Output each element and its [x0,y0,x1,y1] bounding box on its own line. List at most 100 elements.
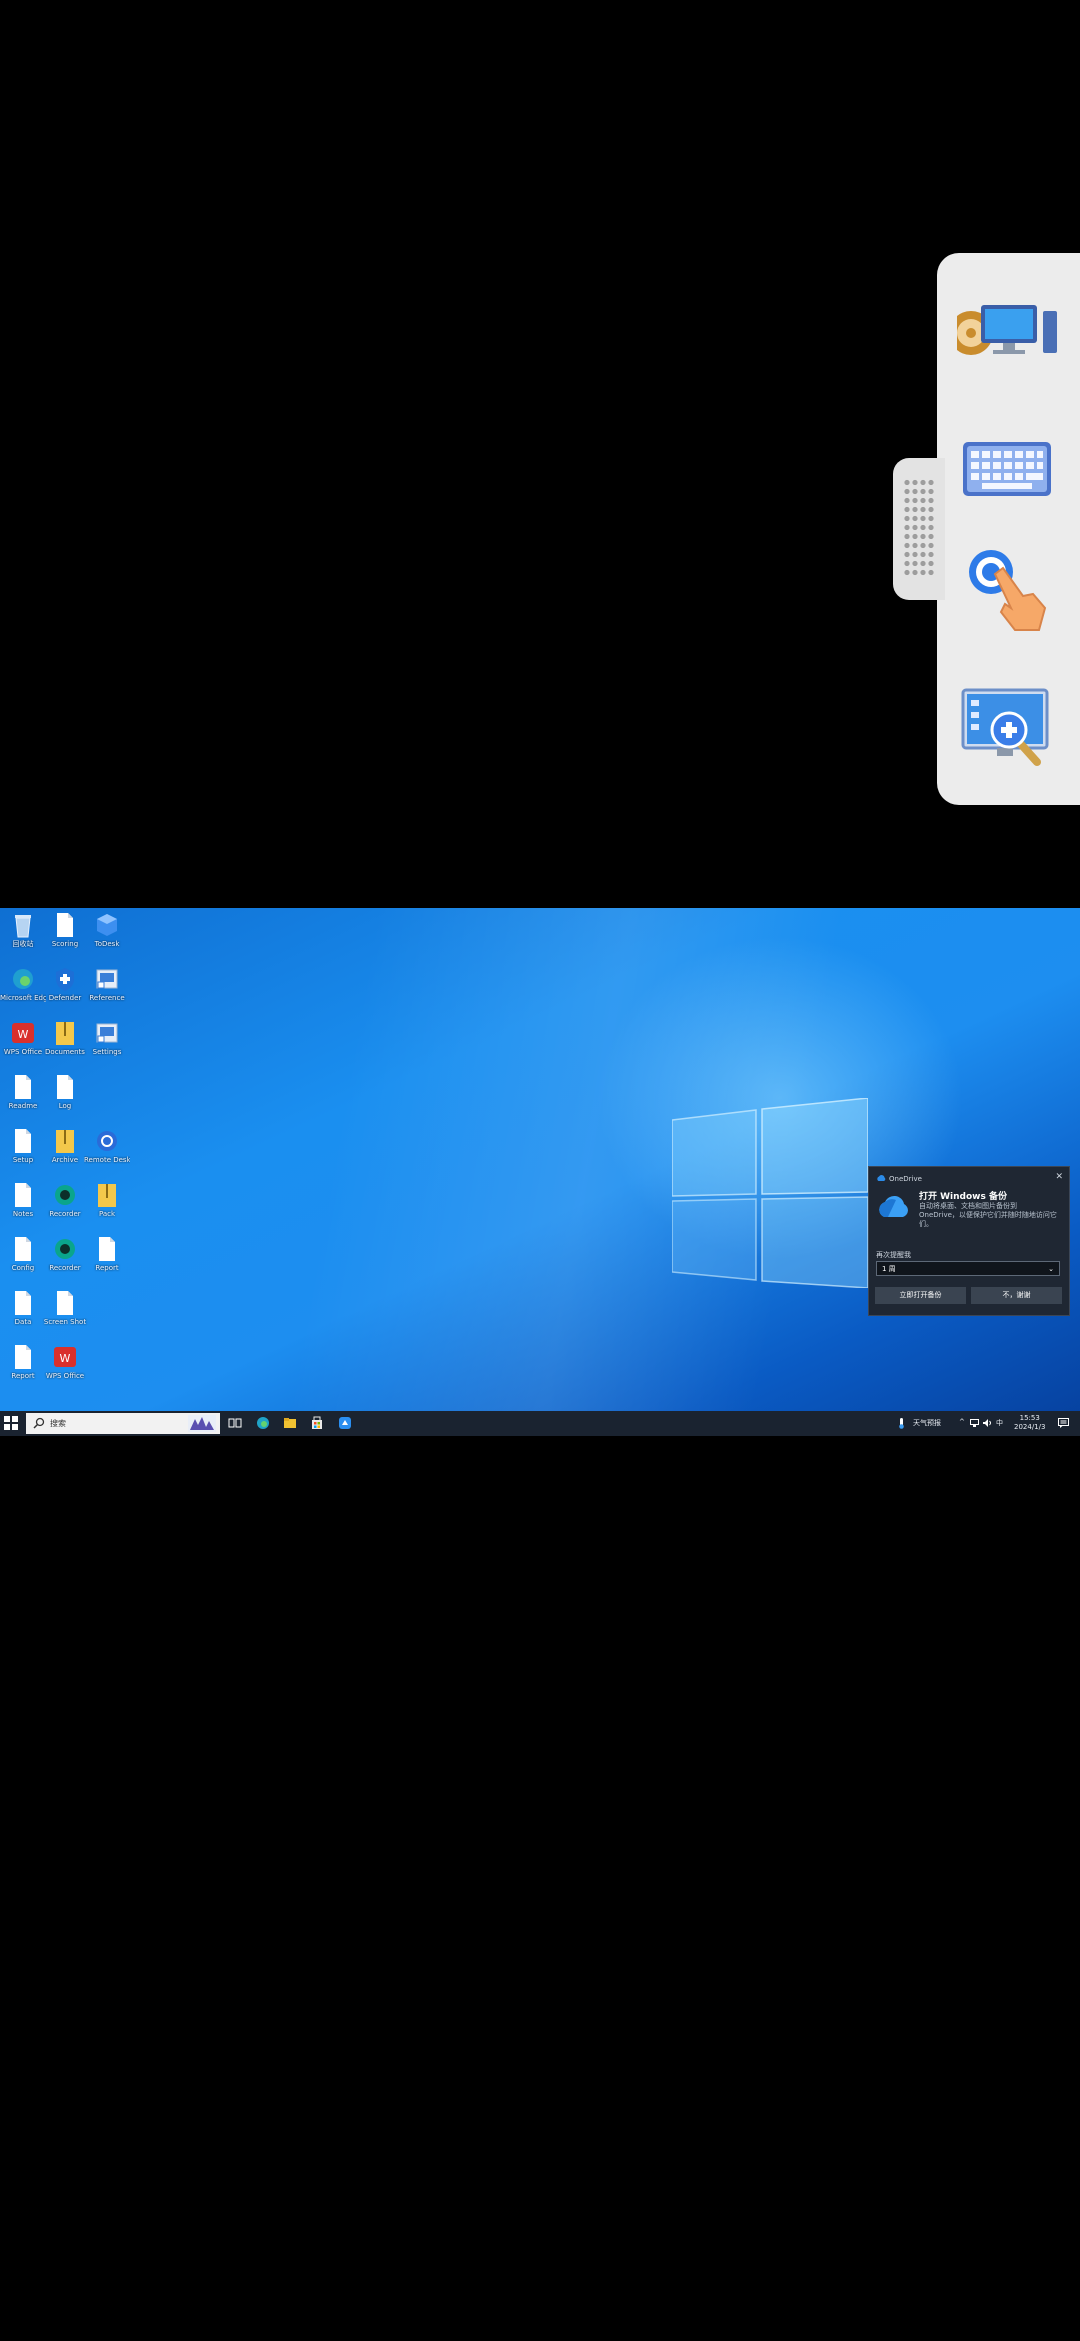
close-icon[interactable]: ✕ [1055,1172,1063,1182]
desktop-icon-label: Microsoft Edge [0,994,46,1002]
file-explorer-icon[interactable] [283,1416,297,1430]
search-placeholder: 搜索 [50,1419,66,1428]
tray-overflow-chevron-icon[interactable]: ^ [959,1418,965,1426]
task-view-icon[interactable] [228,1416,242,1430]
desktop-icon[interactable]: W WPS Office [42,1344,88,1396]
desktop-icon[interactable]: Report [84,1236,130,1288]
desktop-icon[interactable]: Notes [0,1182,46,1234]
desktop-icon[interactable]: Scoring [42,912,88,964]
desktop-icon[interactable]: ToDesk [84,912,130,964]
desktop-icon[interactable]: Archive [42,1128,88,1180]
desktop-icon[interactable]: Readme [0,1074,46,1126]
store-icon[interactable] [310,1416,324,1430]
desktop-icon[interactable]: Microsoft Edge [0,966,46,1018]
desktop-icon[interactable]: W WPS Office [0,1020,46,1072]
touch-mode-icon [969,550,1047,631]
edge-icon[interactable] [256,1416,270,1430]
zoom-screen-icon [961,688,1049,766]
document-icon [11,1128,35,1154]
document-icon [11,1236,35,1262]
display-switch-icon [949,305,1057,355]
desktop-icon[interactable]: Config [0,1236,46,1288]
remind-interval-value: 1 周 [882,1265,896,1273]
clock-time: 15:53 [1019,1414,1040,1422]
todesk-icon[interactable] [338,1416,352,1430]
desktop-icon[interactable]: Setup [0,1128,46,1180]
wps-icon: W [11,1020,35,1046]
document-icon [53,1074,77,1100]
desktop-icon[interactable]: Pack [84,1182,130,1234]
desktop-icon-label: Config [11,1264,35,1272]
onedrive-notification[interactable]: OneDrive ✕ 打开 Windows 备份 自动将桌面、文档和图片备份到 … [868,1166,1070,1316]
desktop-icon[interactable]: Screen Shot [42,1290,88,1342]
floating-toolbar [937,253,1080,805]
onedrive-small-icon [877,1175,886,1181]
input-method-indicator[interactable]: 中 [996,1418,1003,1428]
desktop-icon[interactable]: Documents [42,1020,88,1072]
onedrive-cloud-icon [879,1195,908,1217]
weather-icon[interactable] [898,1418,905,1429]
desktop-icon-label: Reference [89,994,125,1002]
desktop-icon-label: 回收站 [12,940,34,948]
keyboard-button[interactable] [957,418,1057,518]
no-thanks-button[interactable]: 不，谢谢 [971,1287,1062,1304]
svg-text:W: W [60,1352,71,1365]
desktop-icon-label: Remote Desktop [84,1156,130,1164]
remind-interval-select[interactable]: 1 周 ⌄ [876,1261,1060,1276]
desktop-icon-label: Setup [12,1156,34,1164]
desktop-icon-label: WPS Office [45,1372,85,1380]
start-button-icon[interactable] [4,1416,18,1430]
taskbar-clock[interactable]: 15:53 2024/1/3 [1014,1414,1045,1432]
desktop-icon[interactable]: Remote Desktop [84,1128,130,1180]
clock-date: 2024/1/3 [1014,1423,1046,1431]
desktop-icon-label: Screen Shot [43,1318,87,1326]
remote-desktop-view[interactable]: 回收站 Scoring ToDesk Microsoft EdgeDefender Re… [0,908,1080,1436]
recorder-icon [53,1236,77,1262]
document-icon [11,1290,35,1316]
desktop-icon-label: Report [11,1372,35,1380]
display-switch-button[interactable] [949,283,1057,383]
desktop-icon-label: Settings [92,1048,122,1056]
taskbar: 搜索 天气预报 ^ 中 15:53 2024/1/3 [0,1411,1080,1436]
recycle-bin-icon [11,912,35,938]
desktop-icon[interactable]: Recorder [42,1182,88,1234]
desktop-icon-label: Documents [45,1048,85,1056]
edge-icon [11,966,35,992]
shortcut-icon [95,1020,119,1046]
desktop-icon[interactable]: Reference [84,966,130,1018]
search-highlight-image-icon [188,1415,216,1432]
folder-zip-icon [53,1020,77,1046]
app-cube-icon [95,912,119,938]
zoom-screen-button[interactable] [957,678,1057,778]
desktop-icon-label: Scoring [51,940,79,948]
taskbar-search-box[interactable]: 搜索 [26,1413,220,1434]
toolbar-drag-handle[interactable] [893,458,945,600]
network-icon[interactable] [970,1419,979,1427]
desktop-icon[interactable]: Settings [84,1020,130,1072]
touch-mode-button[interactable] [957,538,1057,638]
weather-text[interactable]: 天气预报 [913,1418,941,1428]
desktop-icon-label: Pack [98,1210,116,1218]
toast-body: 自动将桌面、文档和图片备份到 OneDrive，以便保护它们并随时随地访问它们。 [919,1202,1057,1228]
turn-on-backup-button[interactable]: 立即打开备份 [875,1287,966,1304]
desktop-icon-label: ToDesk [94,940,120,948]
desktop-icon[interactable]: Defender [42,966,88,1018]
recorder-icon [53,1182,77,1208]
desktop-icon-label: Log [58,1102,72,1110]
desktop-icon-label: Data [14,1318,32,1326]
desktop-icon[interactable]: Data [0,1290,46,1342]
folder-zip-icon [95,1182,119,1208]
document-icon [11,1074,35,1100]
shortcut-icon [95,966,119,992]
notification-center-icon[interactable] [1058,1418,1069,1428]
desktop-icon[interactable]: Log [42,1074,88,1126]
desktop-icon-label: Archive [51,1156,79,1164]
volume-icon[interactable] [983,1419,992,1427]
document-icon [11,1182,35,1208]
desktop-icon-label: Recorder [49,1210,81,1218]
desktop-icon-label: Defender [48,994,82,1002]
desktop-icon[interactable]: Recorder [42,1236,88,1288]
desktop-icon[interactable]: Report [0,1344,46,1396]
desktop-icon-label: Notes [12,1210,34,1218]
desktop-icon[interactable]: 回收站 [0,912,46,964]
